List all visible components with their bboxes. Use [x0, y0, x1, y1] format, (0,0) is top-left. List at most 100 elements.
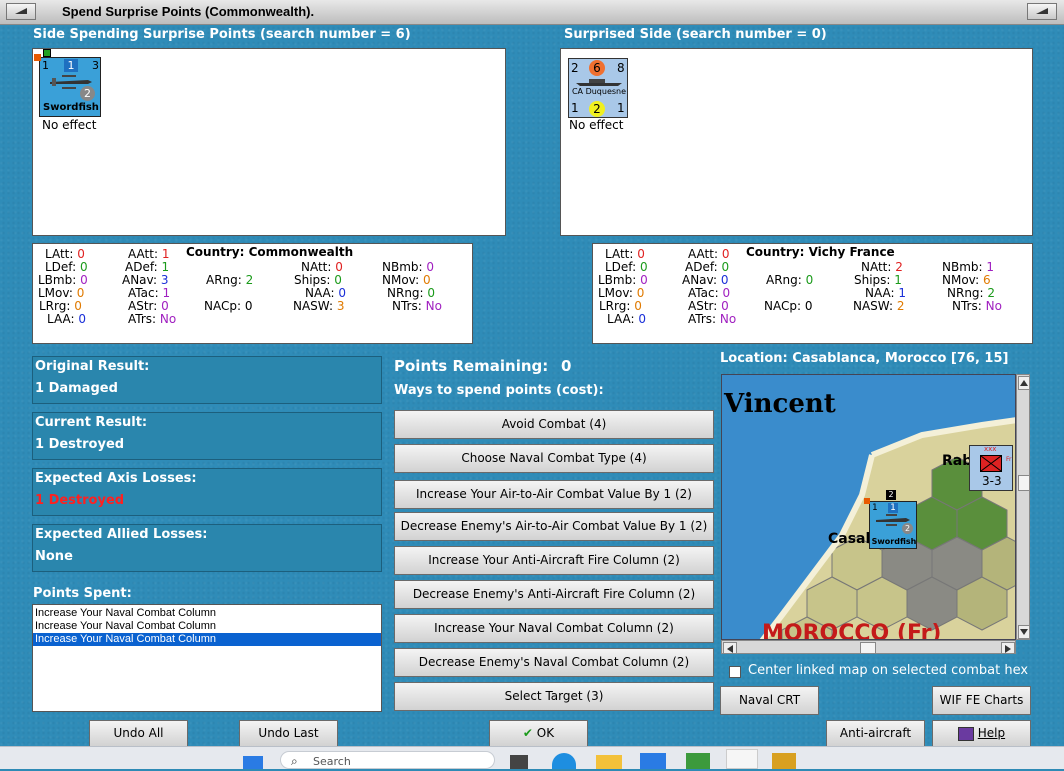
naval-crt-button[interactable]: Naval CRT: [720, 686, 819, 715]
app-icon[interactable]: [686, 753, 710, 769]
stat-label: LAtt:: [45, 247, 78, 261]
ok-label: OK: [536, 726, 555, 740]
game-app-icon[interactable]: [772, 753, 796, 769]
stat-label: NMov:: [942, 273, 983, 287]
country-label: Country:: [746, 245, 805, 259]
current-result-value: 1 Destroyed: [35, 437, 125, 452]
points-remaining-value: 0: [561, 357, 572, 375]
stat-value: 2: [245, 273, 254, 287]
map-vertical-scrollbar[interactable]: [1016, 374, 1030, 640]
unit-flag-icon: [864, 498, 870, 504]
taskbar-search-box[interactable]: ⌕ Search: [280, 751, 495, 769]
scroll-thumb[interactable]: [1018, 475, 1030, 491]
linked-map[interactable]: Vincent Rab Casal MOROCCO (Fr) xxx Fr 3-…: [721, 374, 1016, 640]
increase-naval-combat-button[interactable]: Increase Your Naval Combat Column (2): [394, 614, 714, 643]
country-value: Vichy France: [808, 245, 895, 259]
select-target-button[interactable]: Select Target (3): [394, 682, 714, 711]
help-button[interactable]: Help: [932, 720, 1031, 747]
stat-label: AStr:: [688, 299, 722, 313]
stat-label: LMov:: [598, 286, 637, 300]
right-side-header: Surprised Side (search number = 0): [564, 27, 827, 42]
list-item[interactable]: Increase Your Naval Combat Column: [33, 633, 381, 646]
allied-losses-value: None: [35, 549, 73, 564]
stat-label: Ships:: [854, 273, 895, 287]
ok-button[interactable]: ✔ OK: [489, 720, 588, 747]
stat-label: NAA:: [865, 286, 899, 300]
scroll-thumb[interactable]: [860, 642, 876, 654]
center-map-checkbox[interactable]: [729, 666, 741, 678]
unit-top-right-value: 3: [92, 59, 99, 72]
stat-label: AAtt:: [128, 247, 162, 261]
map-horizontal-scrollbar[interactable]: [721, 640, 1016, 654]
anti-aircraft-crt-button[interactable]: Anti-aircraft CRT: [826, 720, 925, 765]
decrease-enemy-air-to-air-button[interactable]: Decrease Enemy's Air-to-Air Combat Value…: [394, 512, 714, 541]
stat-label: NASW:: [853, 299, 897, 313]
decrease-enemy-anti-aircraft-button[interactable]: Decrease Enemy's Anti-Aircraft Fire Colu…: [394, 580, 714, 609]
map-label-rabat: Rab: [942, 453, 973, 469]
undo-last-button[interactable]: Undo Last: [239, 720, 338, 747]
list-item[interactable]: Increase Your Naval Combat Column: [33, 607, 381, 620]
unit-bottom-right-value: 2: [902, 523, 913, 534]
increase-air-to-air-button[interactable]: Increase Your Air-to-Air Combat Value By…: [394, 480, 714, 509]
active-app-icon[interactable]: [726, 749, 758, 769]
ship-bottom-left-value: 1: [571, 101, 579, 115]
axis-losses-value: 1 Destroyed: [35, 493, 125, 508]
stat-label: LAA:: [607, 312, 639, 326]
windows-start-icon[interactable]: [243, 756, 263, 769]
stat-label: LRrg:: [39, 299, 75, 313]
stat-value: 1: [162, 286, 171, 300]
search-icon: ⌕: [291, 754, 298, 768]
unit-flag-icon: [34, 54, 41, 61]
stat-label: AStr:: [128, 299, 162, 313]
stat-label: NMov:: [382, 273, 423, 287]
country-value: Commonwealth: [248, 245, 354, 259]
stat-value: 0: [426, 260, 435, 274]
task-view-icon[interactable]: [510, 755, 528, 769]
stat-value: 0: [244, 299, 253, 313]
unit-top-left-value: 1: [42, 59, 49, 72]
stat-label: LBmb:: [38, 273, 81, 287]
current-result-label: Current Result:: [35, 415, 148, 430]
list-item[interactable]: Increase Your Naval Combat Column: [33, 620, 381, 633]
stat-value: 0: [804, 299, 813, 313]
scroll-up-icon[interactable]: [1018, 376, 1030, 390]
map-swordfish-counter[interactable]: 2 1 1 2 Swordfish: [864, 490, 917, 549]
title-bar: Spend Surprise Points (Commonwealth).: [0, 0, 1064, 25]
edge-browser-icon[interactable]: [552, 753, 576, 769]
original-result-value: 1 Damaged: [35, 381, 118, 396]
store-icon[interactable]: [640, 753, 666, 769]
allied-losses-label: Expected Allied Losses:: [35, 527, 208, 542]
swordfish-unit-counter[interactable]: 1 1 3 2 Swordfish: [34, 49, 101, 117]
file-explorer-icon[interactable]: [596, 755, 622, 769]
stat-label: ADef:: [125, 260, 162, 274]
points-spent-label: Points Spent:: [33, 586, 132, 601]
stat-value: 0: [80, 273, 88, 287]
undo-all-button[interactable]: Undo All: [89, 720, 188, 747]
stat-value: No: [425, 299, 442, 313]
scroll-down-icon[interactable]: [1018, 625, 1030, 639]
decrease-enemy-naval-combat-button[interactable]: Decrease Enemy's Naval Combat Column (2): [394, 648, 714, 677]
stat-value: 2: [896, 299, 905, 313]
duquesne-unit-counter[interactable]: 2 6 8 CA Duquesne 1 2 1: [568, 58, 628, 118]
stat-label: ARng:: [766, 273, 806, 287]
increase-anti-aircraft-button[interactable]: Increase Your Anti-Aircraft Fire Column …: [394, 546, 714, 575]
stat-value: 0: [640, 273, 648, 287]
french-army-counter[interactable]: xxx Fr 3-3: [969, 445, 1013, 491]
search-placeholder: Search: [313, 755, 351, 768]
minimize-button[interactable]: [1027, 3, 1057, 20]
points-spent-list[interactable]: Increase Your Naval Combat Column Increa…: [32, 604, 382, 712]
system-menu-button[interactable]: [6, 3, 36, 20]
points-remaining-label: Points Remaining:: [394, 357, 549, 375]
choose-naval-combat-type-button[interactable]: Choose Naval Combat Type (4): [394, 444, 714, 473]
axis-losses-box: Expected Axis Losses: 1 Destroyed: [32, 468, 382, 516]
scroll-left-icon[interactable]: [723, 642, 737, 654]
stat-label: NTrs:: [392, 299, 426, 313]
ship-top-mid-value: 6: [589, 60, 605, 76]
ship-top-right-value: 8: [617, 61, 625, 75]
wif-fe-charts-button[interactable]: WIF FE Charts: [932, 686, 1031, 715]
stat-label: NACp:: [204, 299, 245, 313]
ways-to-spend-label: Ways to spend points (cost):: [394, 383, 604, 398]
avoid-combat-button[interactable]: Avoid Combat (4): [394, 410, 714, 439]
scroll-right-icon[interactable]: [1001, 642, 1015, 654]
stat-value: 0: [76, 286, 85, 300]
